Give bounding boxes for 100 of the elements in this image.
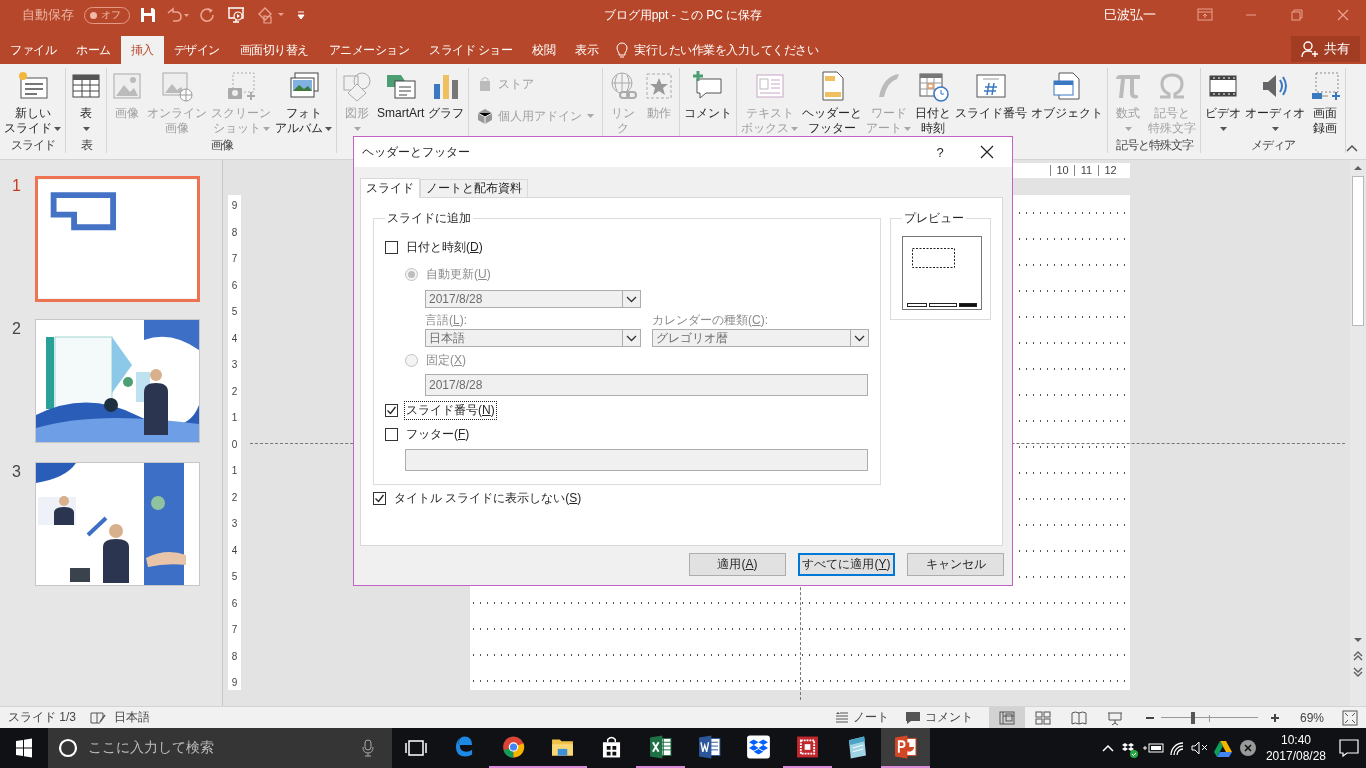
ruler-number: 5 — [231, 571, 238, 582]
person-add-icon — [1301, 40, 1319, 58]
group-label: メディア — [1250, 137, 1297, 153]
field-label: カレンダーの種類(C): — [652, 313, 769, 327]
caret-icon — [54, 126, 61, 131]
ribbon-button[interactable]: フォト アルバム — [273, 68, 334, 136]
lightbulb-icon — [616, 42, 629, 58]
ruler-number: 10 — [1050, 165, 1074, 176]
presentation-icon[interactable] — [226, 6, 246, 24]
share-button[interactable]: 共有 — [1291, 36, 1360, 62]
tell-me-search[interactable]: 実行したい作業を入力してください — [608, 36, 827, 64]
ribbon-tab[interactable]: 校閲 — [522, 36, 566, 64]
checkbox[interactable] — [385, 240, 398, 254]
checkbox[interactable] — [385, 427, 398, 441]
ruler-number: 3 — [231, 518, 238, 529]
caret-icon — [325, 126, 332, 131]
ruler-number: 6 — [231, 279, 238, 291]
group-label: 記号と特殊文字 — [1114, 137, 1195, 153]
ribbon-button[interactable]: 日付と 時刻 — [913, 68, 954, 136]
cortana-icon — [58, 738, 78, 758]
slide-number: 2 — [11, 319, 22, 337]
undo-icon[interactable] — [166, 7, 190, 23]
autosave-label: 自動保存 — [22, 6, 74, 24]
save-icon[interactable] — [140, 7, 156, 23]
customize-icon[interactable] — [296, 10, 306, 20]
language-indicator[interactable]: 日本語 — [114, 709, 150, 726]
ribbon-button[interactable]: オーディオ — [1243, 68, 1308, 136]
dialog-title: ヘッダーとフッター — [362, 143, 471, 161]
chevron-down-icon — [626, 334, 637, 342]
caret-icon — [1124, 126, 1132, 131]
redo-icon[interactable] — [200, 7, 216, 23]
ribbon-button[interactable]: 新しい スライド — [2, 68, 63, 136]
picture-icon — [111, 70, 143, 102]
notes-button[interactable]: ノート — [834, 709, 889, 726]
window-title: ブログ用ppt - この PC に保存 — [603, 6, 763, 24]
ruler-number: 7 — [231, 253, 238, 264]
caret-icon — [1219, 126, 1227, 131]
slider-thumb[interactable] — [1190, 711, 1195, 724]
ribbon-button[interactable]: ヘッダーと フッター — [800, 68, 865, 136]
slide-number: 3 — [11, 462, 22, 480]
chevron-down-icon — [854, 334, 865, 342]
cube-icon — [477, 108, 494, 124]
ruler-number: 9 — [231, 200, 238, 211]
comments-button[interactable]: コメント — [904, 709, 973, 726]
help-button[interactable]: ? — [922, 144, 958, 160]
ribbon-tab[interactable]: 画面切り替え — [229, 36, 319, 64]
search-field[interactable]: ここに入力して検索 — [48, 728, 392, 768]
ribbon-button[interactable]: 表 — [68, 68, 104, 136]
ruler-number: 3 — [231, 359, 238, 370]
ribbon-tab[interactable]: ファイル — [0, 36, 66, 64]
checkbox[interactable] — [373, 491, 386, 505]
notes-icon — [834, 711, 849, 724]
fit-window-icon[interactable] — [1342, 709, 1358, 726]
touch-mode-icon[interactable] — [256, 6, 286, 24]
ribbon-tab[interactable]: デザイン — [163, 36, 230, 64]
ribbon-tab[interactable]: ホーム — [66, 36, 121, 64]
clock-date[interactable]: 2017/08/28 — [1265, 748, 1326, 764]
ribbon-button[interactable]: コメント — [682, 68, 735, 121]
presentation-app-icon[interactable] — [881, 728, 930, 768]
globe-picture-icon — [161, 70, 193, 102]
ruler-number: 2 — [231, 491, 238, 503]
ribbon-button[interactable]: オブジェクト — [1029, 68, 1106, 121]
normal-view-icon[interactable] — [988, 706, 1025, 729]
dialog-button[interactable]: キャンセル — [907, 553, 1004, 576]
ruler-number: 1 — [231, 412, 238, 423]
ribbon-button[interactable]: SmartArt — [375, 68, 427, 121]
slide-number: 1 — [11, 176, 22, 194]
dialog-tab[interactable]: スライド — [360, 178, 420, 198]
ribbon-tab[interactable]: 挿入 — [120, 36, 164, 64]
ribbon-button[interactable]: ビデオ — [1203, 68, 1244, 136]
zoom-in-icon[interactable] — [1269, 712, 1280, 723]
slide-indicator: スライド 1/3 — [8, 709, 76, 726]
clock-time[interactable]: 10:40 — [1280, 732, 1311, 748]
ruler-number: 8 — [231, 650, 238, 662]
caret-icon — [791, 126, 799, 131]
ribbon-button[interactable]: 画面 録画 — [1307, 68, 1344, 136]
spellcheck-icon[interactable] — [90, 710, 106, 725]
scrollbar-thumb[interactable] — [1352, 176, 1364, 326]
comment-icon — [692, 70, 725, 102]
caret-icon — [587, 114, 595, 118]
zoom-level[interactable]: 69% — [1299, 710, 1324, 725]
caret-icon — [904, 126, 912, 131]
ruler-number: 11 — [1074, 165, 1098, 176]
microphone-icon — [362, 739, 374, 757]
ribbon-tab[interactable]: スライド ショー — [419, 36, 523, 64]
radio-label: 自動更新(U) — [425, 265, 492, 283]
ribbon-button[interactable]: グラフ — [426, 68, 467, 121]
ruler-number: 5 — [231, 306, 238, 317]
ruler-number: 0 — [231, 438, 238, 450]
ruler-number: 7 — [231, 624, 238, 635]
collapse-icon[interactable] — [1346, 144, 1359, 152]
dialog-button[interactable]: 適用(A) — [689, 553, 786, 576]
ribbon-tab[interactable]: 表示 — [565, 36, 609, 64]
ribbon-tab[interactable]: アニメーション — [318, 36, 419, 64]
checkbox-label: タイトル スライドに表示しない(S) — [393, 489, 583, 507]
checkbox-label: フッター(F) — [405, 425, 471, 443]
dialog-button[interactable]: すべてに適用(Y) — [798, 553, 895, 576]
ribbon-button[interactable]: スライド番号 — [953, 68, 1030, 121]
checkbox[interactable] — [385, 403, 398, 417]
dialog-tab[interactable]: ノートと配布資料 — [420, 179, 528, 197]
